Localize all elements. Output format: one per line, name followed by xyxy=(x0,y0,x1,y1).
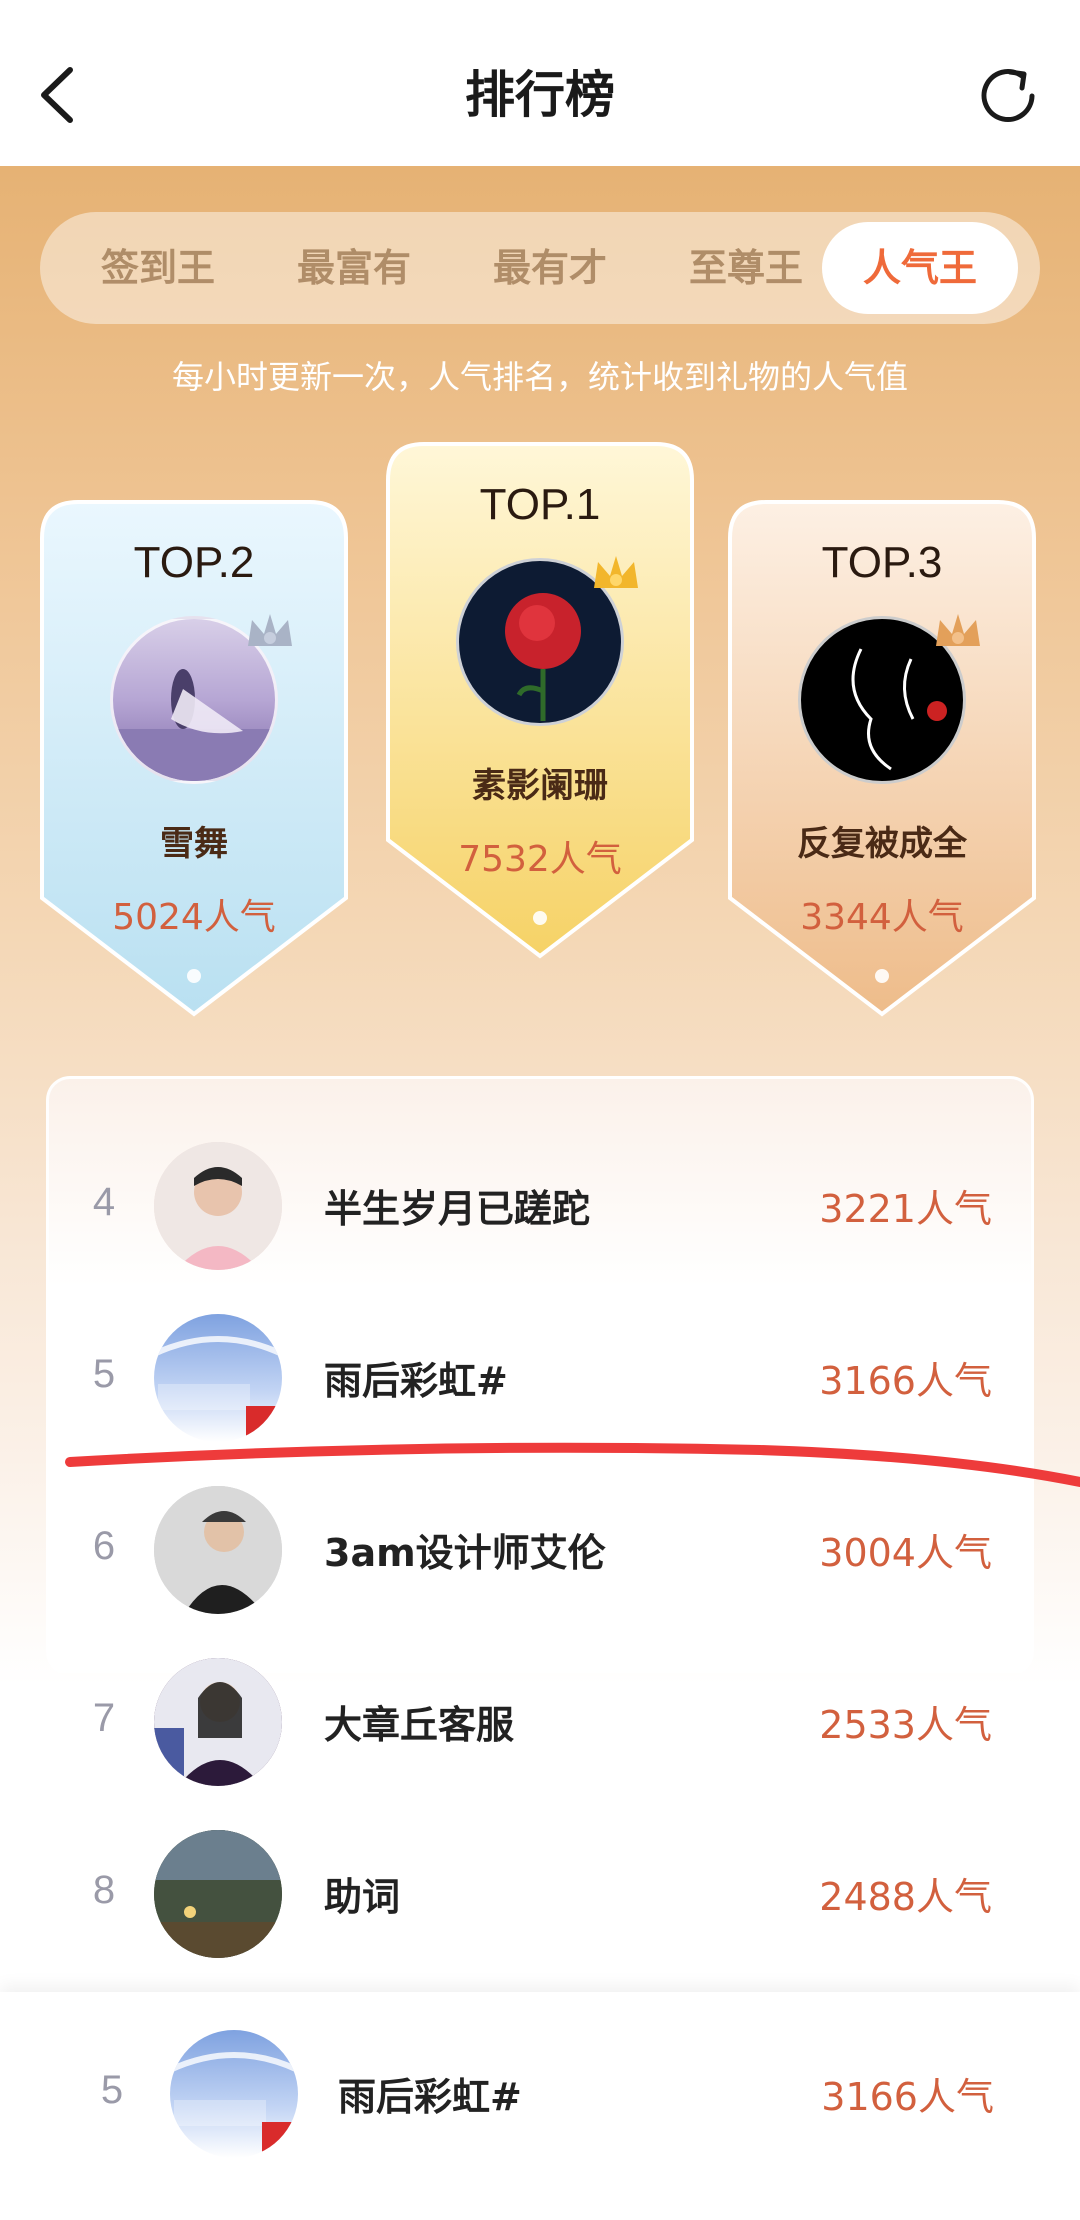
ranking-subtitle: 每小时更新一次，人气排名，统计收到礼物的人气值 xyxy=(171,358,908,396)
rank-number: 5 xyxy=(92,1352,116,1396)
podium-first[interactable]: TOP.1 素影阑珊 7532人气 xyxy=(384,440,696,960)
refresh-icon xyxy=(981,69,1035,122)
user-name: 半生岁月已蹉跎 xyxy=(324,1187,591,1231)
avatar xyxy=(154,1658,282,1786)
user-score: 2488人气 xyxy=(819,1875,992,1919)
podium-score: 5024人气 xyxy=(112,897,276,938)
my-rank-item[interactable]: 5 雨后彩虹# 3166人气 xyxy=(0,2018,1080,2168)
podium-second[interactable]: TOP.2 雪舞 5024人气 xyxy=(38,498,350,1018)
avatar-image xyxy=(170,2052,298,2152)
gold-crown-icon xyxy=(594,556,638,588)
tab-supreme-king[interactable]: 至尊王 xyxy=(648,222,844,314)
rank-number: 7 xyxy=(92,1696,116,1740)
podium-score: 7532人气 xyxy=(458,839,622,880)
page-title: 排行榜 xyxy=(465,66,615,124)
user-name: 雨后彩虹# xyxy=(338,2075,522,2119)
avatar-image xyxy=(154,1142,282,1270)
avatar-image xyxy=(154,1830,282,1958)
tab-popularity-king[interactable]: 人气王 xyxy=(822,222,1018,314)
my-rank-bar: 5 雨后彩虹# 3166人气 xyxy=(0,1992,1080,2220)
podium-name: 雪舞 xyxy=(160,824,228,864)
rank-number: 4 xyxy=(92,1180,116,1224)
list-item[interactable]: 4 半生岁月已蹉跎 3221人气 xyxy=(0,1130,1080,1280)
avatar xyxy=(170,2030,298,2158)
podium-name: 反复被成全 xyxy=(797,824,967,864)
user-score: 3221人气 xyxy=(819,1187,992,1231)
silver-crown-icon xyxy=(248,614,292,646)
category-tabs: 签到王 最富有 最有才 至尊王 人气王 xyxy=(40,212,1040,324)
podium-score: 3344人气 xyxy=(800,897,964,938)
tab-sign-in-king[interactable]: 签到王 xyxy=(60,222,256,314)
podium-name: 素影阑珊 xyxy=(472,766,608,806)
user-score: 3004人气 xyxy=(819,1531,992,1575)
avatar xyxy=(154,1830,282,1958)
podium-rank-label: TOP.3 xyxy=(821,538,943,587)
header-bar: 排行榜 xyxy=(0,0,1080,166)
bronze-crown-icon xyxy=(936,614,980,646)
rank-number: 6 xyxy=(92,1524,116,1568)
podium-rank-label: TOP.2 xyxy=(133,538,255,587)
podium-rank-label: TOP.1 xyxy=(479,480,601,529)
tab-most-talented[interactable]: 最有才 xyxy=(452,222,648,314)
avatar-image xyxy=(154,1658,282,1786)
user-score: 3166人气 xyxy=(819,1359,992,1403)
user-name: 3am设计师艾伦 xyxy=(324,1531,606,1575)
avatar xyxy=(154,1142,282,1270)
user-name: 助词 xyxy=(324,1875,401,1919)
annotation-stroke xyxy=(65,1442,1080,1487)
tab-richest[interactable]: 最富有 xyxy=(256,222,452,314)
podium-third[interactable]: TOP.3 反复被成全 3344人气 xyxy=(726,498,1038,1018)
user-name: 雨后彩虹# xyxy=(324,1359,508,1403)
user-score: 2533人气 xyxy=(819,1703,992,1747)
user-name: 大章丘客服 xyxy=(324,1703,515,1747)
rank-number: 5 xyxy=(100,2068,124,2112)
rank-number: 8 xyxy=(92,1868,116,1912)
user-score: 3166人气 xyxy=(821,2075,994,2119)
list-item[interactable]: 7 大章丘客服 2533人气 xyxy=(0,1646,1080,1796)
avatar-image xyxy=(154,1486,282,1614)
avatar xyxy=(154,1486,282,1614)
refresh-button[interactable] xyxy=(972,60,1044,132)
list-item[interactable]: 8 助词 2488人气 xyxy=(0,1818,1080,1968)
